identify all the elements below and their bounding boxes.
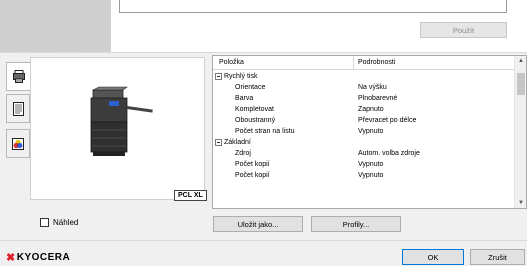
grid-row[interactable]: Počet stran na listu Vypnuto: [213, 126, 513, 137]
printer-preview: [30, 57, 205, 200]
grid-row[interactable]: Počet kopií Vypnuto: [213, 159, 513, 170]
footer-divider: [0, 240, 527, 241]
collapse-icon[interactable]: [215, 73, 222, 80]
grid-row[interactable]: Oboustranný Převracet po délce: [213, 115, 513, 126]
document-tab[interactable]: [6, 94, 30, 123]
column-separator: [353, 56, 354, 70]
top-text-field[interactable]: [119, 0, 507, 13]
profiles-button[interactable]: Profily...: [311, 216, 401, 232]
printer-tab[interactable]: [6, 62, 32, 91]
printer-icon: [13, 70, 25, 83]
preview-checkbox-label: Náhled: [53, 218, 79, 227]
grid-header: Položka Podrobnosti: [213, 56, 515, 70]
grid-row[interactable]: Počet kopií Vypnuto: [213, 170, 513, 181]
collapse-icon[interactable]: [215, 139, 222, 146]
kyocera-mark-icon: ✖: [6, 252, 16, 264]
grid-row[interactable]: Zdroj Autom. volba zdroje: [213, 148, 513, 159]
preview-checkbox[interactable]: [40, 218, 49, 227]
grid-row[interactable]: Kompletovat Zapnuto: [213, 104, 513, 115]
apply-button[interactable]: Použít: [420, 22, 507, 38]
settings-grid[interactable]: Položka Podrobnosti Rychlý tisk Orientac…: [212, 55, 527, 209]
printer-image: [90, 86, 153, 156]
scroll-up-icon[interactable]: ▲: [518, 58, 524, 64]
ok-button[interactable]: OK: [402, 249, 464, 265]
color-icon: [12, 137, 24, 150]
grid-row[interactable]: Orientace Na výšku: [213, 82, 513, 93]
section-divider: [0, 52, 527, 53]
side-tabs: [6, 62, 32, 207]
kyocera-logo: ✖ KYOCERA: [6, 251, 70, 264]
scroll-down-icon[interactable]: ▼: [518, 200, 524, 206]
pdl-badge: PCL XL: [174, 190, 207, 201]
grid-row[interactable]: Barva Plnobarevné: [213, 93, 513, 104]
vertical-scrollbar[interactable]: ▲ ▼: [514, 56, 526, 208]
logo-text: KYOCERA: [16, 252, 71, 263]
top-left-panel: [0, 0, 111, 52]
cancel-button[interactable]: Zrušit: [470, 249, 525, 265]
document-icon: [12, 101, 24, 116]
grid-row[interactable]: Rychlý tisk: [213, 71, 513, 82]
preview-toggle[interactable]: Náhled: [40, 218, 78, 227]
column-header-item: Položka: [219, 59, 244, 66]
color-tab[interactable]: [6, 129, 30, 158]
column-header-details: Podrobnosti: [358, 59, 396, 66]
save-as-button[interactable]: Uložit jako...: [213, 216, 303, 232]
grid-row[interactable]: Základní: [213, 137, 513, 148]
scroll-thumb[interactable]: [517, 73, 525, 95]
